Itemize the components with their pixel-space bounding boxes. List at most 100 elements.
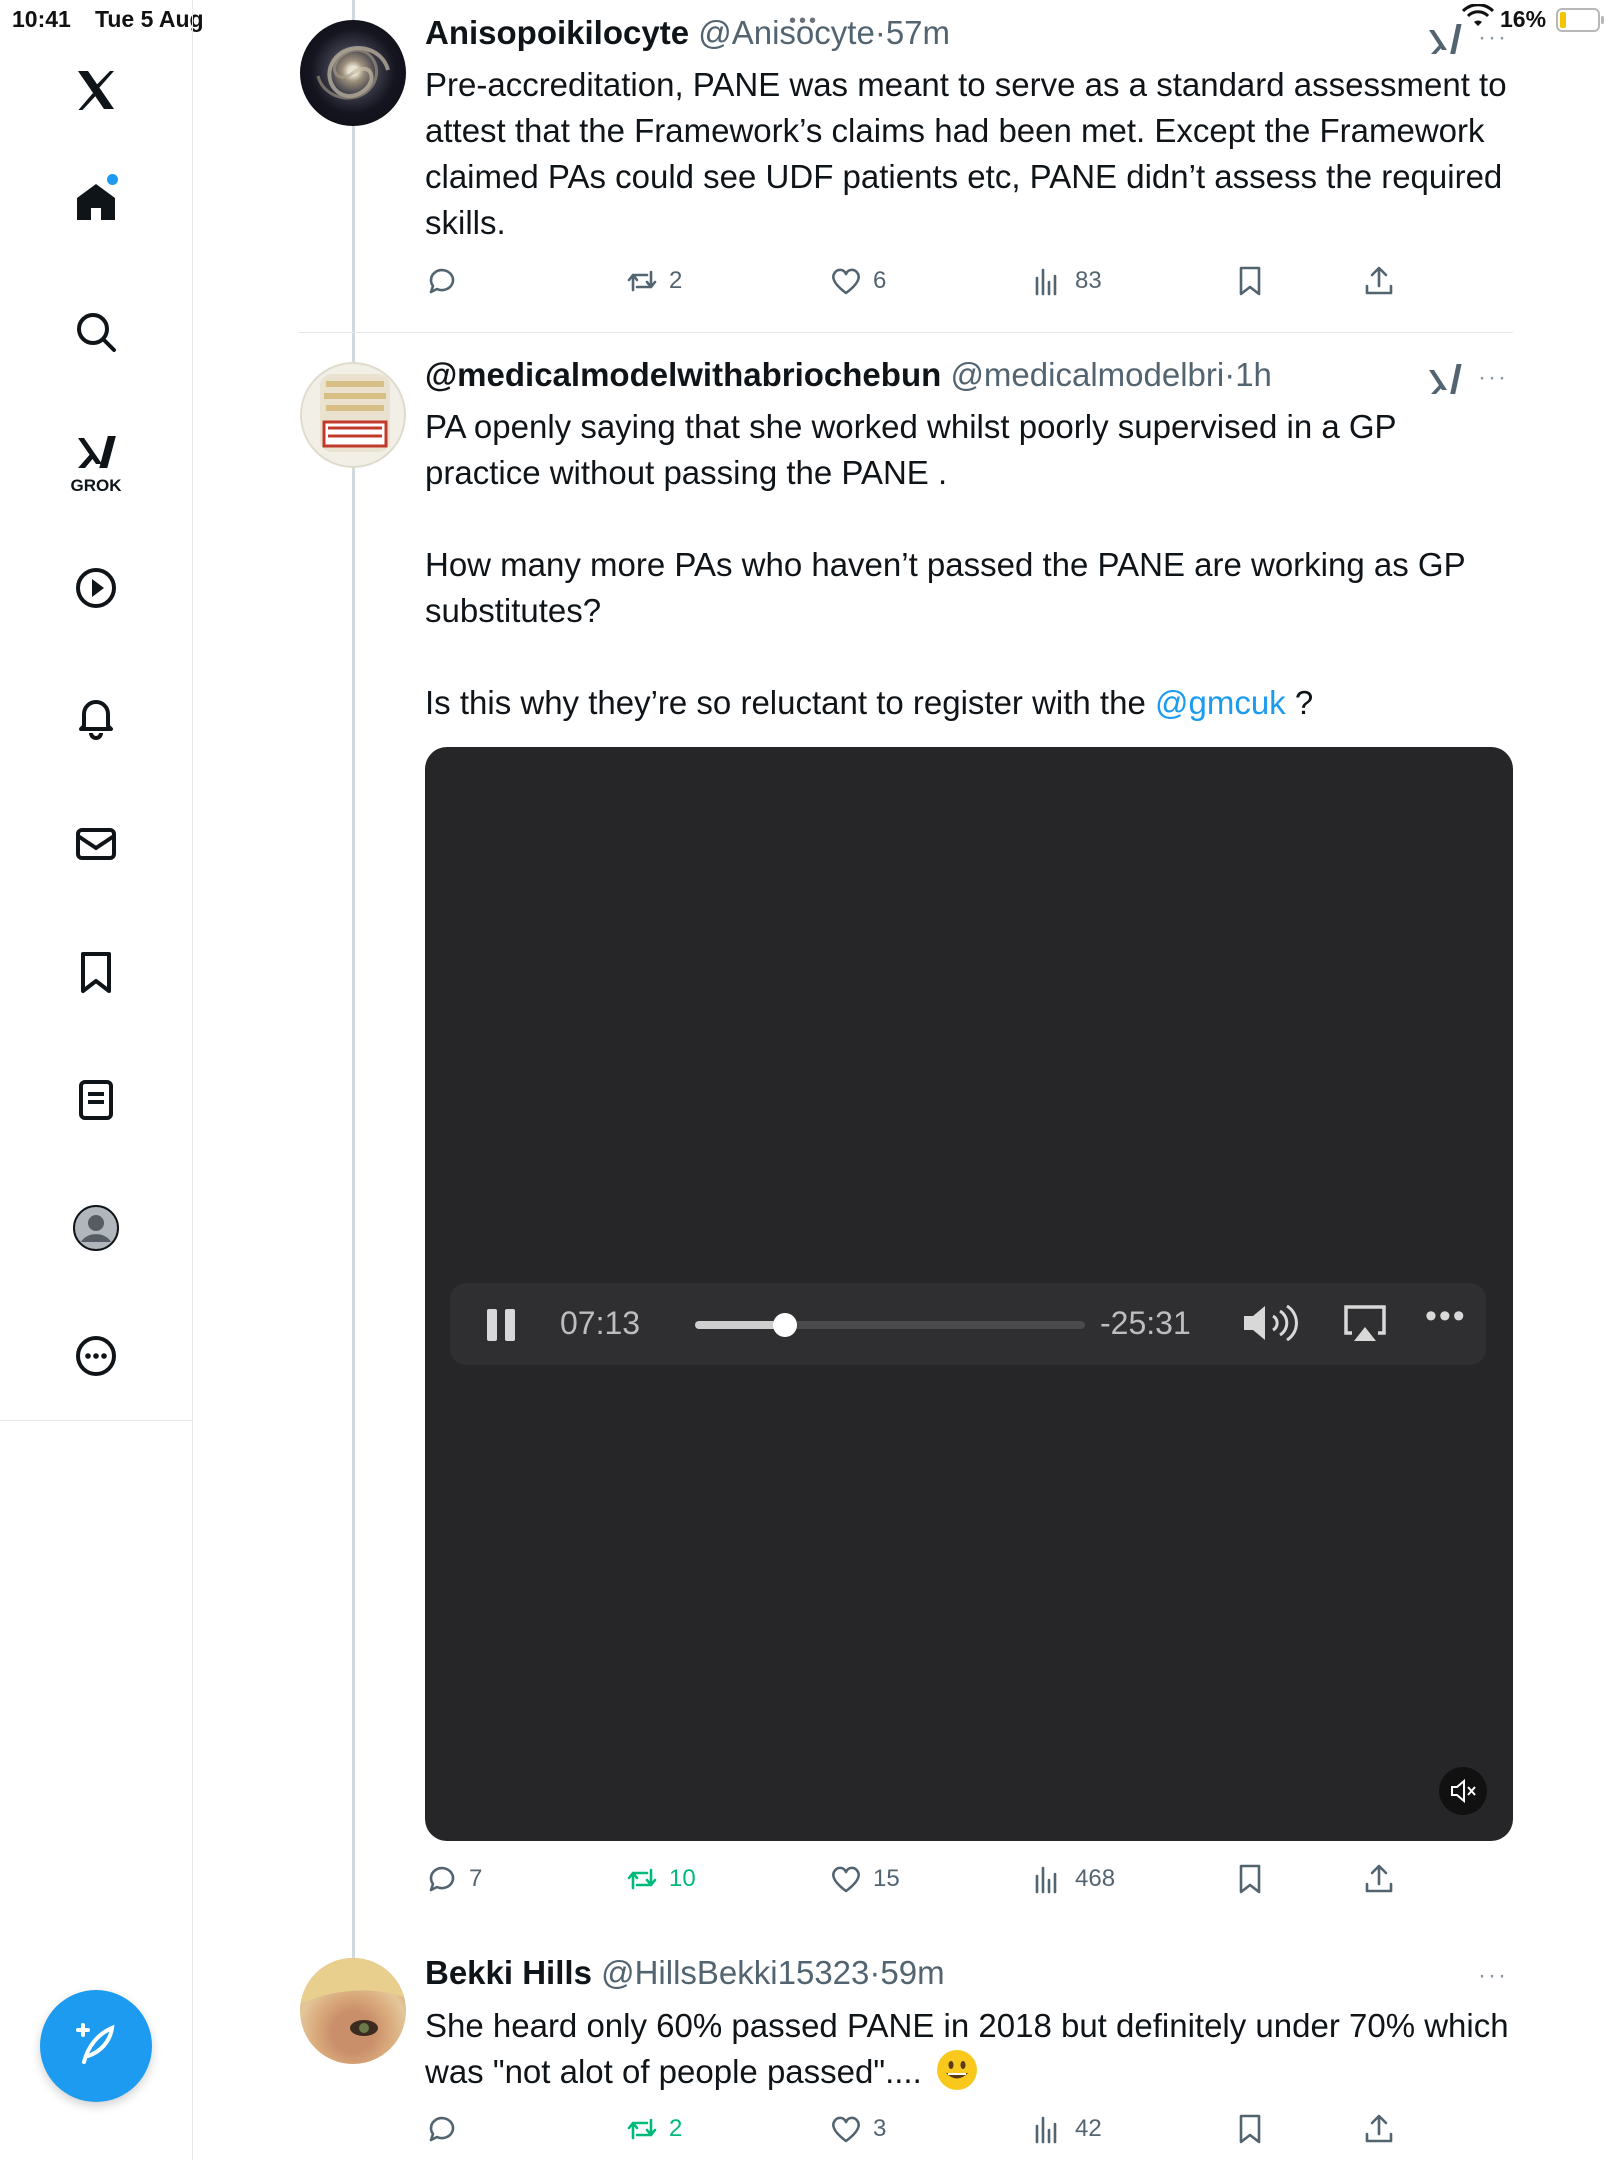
video-controls: 07:13 -25:31 •••: [450, 1283, 1486, 1365]
share-button[interactable]: [1362, 264, 1396, 298]
sidebar-divider: [0, 1420, 192, 1421]
tweet-paragraph: How many more PAs who haven’t passed the…: [425, 546, 1465, 629]
view-count: 42: [1075, 2115, 1102, 2142]
profile-icon[interactable]: [56, 1188, 136, 1268]
compose-button[interactable]: [40, 1990, 152, 2102]
grok-label: GROK: [70, 476, 122, 495]
battery-icon: [1556, 8, 1604, 32]
bookmark-icon[interactable]: [56, 932, 136, 1012]
separator: ·: [874, 14, 886, 51]
like-button[interactable]: 6: [829, 264, 886, 298]
share-button[interactable]: [1362, 1862, 1396, 1896]
tweet-paragraph: PA openly saying that she worked whilst …: [425, 408, 1396, 491]
more-circle-icon[interactable]: [56, 1316, 136, 1396]
video-more-icon[interactable]: •••: [1425, 1297, 1467, 1336]
views-button[interactable]: 42: [1031, 2112, 1102, 2146]
bookmark-icon: [1239, 2114, 1261, 2144]
user-handle[interactable]: @HillsBekki15323: [601, 1954, 869, 1991]
retweet-button[interactable]: 10: [625, 1862, 696, 1896]
grok-icon[interactable]: [1428, 22, 1462, 61]
remaining-time: -25:31: [1100, 1305, 1191, 1341]
more-options-icon[interactable]: ···: [1478, 364, 1508, 392]
tweet-header: Anisopoikilocyte @Anisocyte·57m: [425, 14, 950, 52]
share-icon: [1365, 1864, 1393, 1893]
retweet-button[interactable]: 2: [625, 264, 682, 298]
reply-icon: [429, 2116, 455, 2142]
mention-link[interactable]: @gmcuk: [1155, 684, 1286, 721]
reply-button[interactable]: [425, 264, 469, 298]
reply-count: 7: [469, 1865, 483, 1892]
view-count: 468: [1075, 1865, 1116, 1892]
more-options-icon[interactable]: ···: [1478, 24, 1508, 52]
separator: ·: [1224, 356, 1236, 393]
retweet-icon: [627, 1868, 657, 1890]
tweet-text: She heard only 60% passed PANE in 2018 b…: [425, 2003, 1515, 2095]
reply-button[interactable]: [425, 2112, 469, 2146]
retweet-count: 10: [669, 1865, 696, 1892]
grok-icon[interactable]: [1428, 362, 1462, 401]
like-count: 6: [873, 267, 887, 294]
avatar-medicalmodel[interactable]: [300, 362, 406, 468]
views-icon: [1035, 1866, 1057, 1894]
play-icon[interactable]: [56, 548, 136, 628]
tweet-text: PA openly saying that she worked whilst …: [425, 404, 1515, 726]
retweet-icon: [627, 270, 657, 292]
display-name[interactable]: Anisopoikilocyte: [425, 14, 689, 51]
tweet-text-segment: Is this why they’re so reluctant to regi…: [425, 684, 1155, 721]
pause-button[interactable]: [487, 1309, 517, 1341]
bell-icon[interactable]: [56, 676, 136, 756]
more-options-icon[interactable]: ···: [1478, 1962, 1508, 1990]
view-count: 83: [1075, 267, 1102, 294]
user-handle[interactable]: @medicalmodelbri: [950, 356, 1224, 393]
tweet-actions: 7 10 15 468: [425, 1862, 1425, 1902]
bookmark-icon: [1239, 266, 1261, 296]
home-icon[interactable]: [56, 162, 136, 242]
tweet-text-segment: ?: [1285, 684, 1314, 721]
scrubber[interactable]: [695, 1313, 1085, 1337]
tweet-text: Pre-accreditation, PANE was meant to ser…: [425, 66, 1507, 241]
airplay-icon[interactable]: [1342, 1303, 1388, 1350]
elapsed-time: 07:13: [560, 1305, 641, 1341]
reply-icon: [429, 268, 455, 294]
timestamp[interactable]: 57m: [886, 14, 950, 51]
search-icon[interactable]: [56, 292, 136, 372]
views-button[interactable]: 468: [1031, 1862, 1115, 1896]
retweet-count: 2: [669, 267, 683, 294]
heart-icon: [832, 268, 860, 295]
share-button[interactable]: [1362, 2112, 1396, 2146]
x-logo-icon[interactable]: [56, 50, 136, 130]
video-player[interactable]: 07:13 -25:31 •••: [425, 747, 1513, 1841]
avatar-anisopoikilocyte[interactable]: [300, 20, 406, 126]
views-button[interactable]: 83: [1031, 264, 1102, 298]
retweet-button[interactable]: 2: [625, 2112, 682, 2146]
reply-icon: [429, 1866, 455, 1892]
reply-button[interactable]: 7: [425, 1862, 482, 1896]
display-name[interactable]: @medicalmodelwithabriochebun: [425, 356, 941, 393]
display-name[interactable]: Bekki Hills: [425, 1954, 592, 1991]
notification-dot: [107, 174, 118, 185]
thread-connector: [352, 0, 355, 1960]
bookmark-button[interactable]: [1233, 1862, 1267, 1896]
tweet-actions: 2 6 83: [425, 264, 1425, 304]
scrubber-knob[interactable]: [772, 1313, 797, 1337]
mute-icon[interactable]: [1439, 1767, 1487, 1815]
avatar-bekki-hills[interactable]: [300, 1958, 406, 2064]
views-icon: [1035, 2116, 1057, 2144]
bookmark-button[interactable]: [1233, 2112, 1267, 2146]
volume-icon[interactable]: [1240, 1301, 1302, 1350]
like-button[interactable]: 3: [829, 2112, 886, 2146]
user-handle[interactable]: @Anisocyte: [698, 14, 875, 51]
mail-icon[interactable]: [56, 804, 136, 884]
grinning-face-emoji: [936, 2050, 977, 2091]
tweet-actions: 2 3 42: [425, 2112, 1425, 2152]
retweet-icon: [627, 2118, 657, 2140]
like-count: 3: [873, 2115, 887, 2142]
heart-icon: [832, 1866, 860, 1893]
like-button[interactable]: 15: [829, 1862, 900, 1896]
list-icon[interactable]: [56, 1060, 136, 1140]
views-icon: [1035, 268, 1057, 296]
timestamp[interactable]: 1h: [1235, 356, 1272, 393]
timestamp[interactable]: 59m: [880, 1954, 944, 1991]
bookmark-button[interactable]: [1233, 264, 1267, 298]
share-icon: [1365, 266, 1393, 295]
